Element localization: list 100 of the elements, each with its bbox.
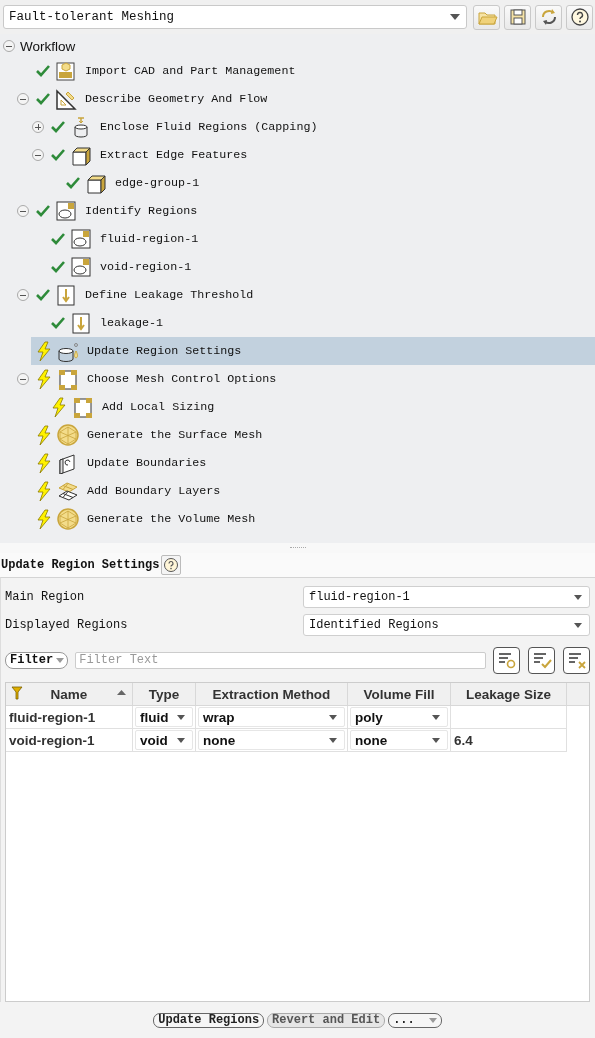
collapse-toggle[interactable] — [32, 149, 44, 161]
region-dropdown[interactable]: Identified Regions — [303, 614, 590, 636]
tree-item[interactable]: Generate the Surface Mesh — [31, 421, 595, 449]
frame-icon — [57, 368, 79, 390]
item-label: Add Boundary Layers — [87, 484, 221, 498]
tree-item[interactable]: Identify Regions — [31, 197, 595, 225]
caret-icon — [329, 737, 337, 743]
tree-item[interactable]: leakage-1 — [46, 309, 595, 337]
mesh-sphere-icon — [57, 424, 79, 446]
field-label: Main Region — [5, 590, 86, 604]
help-button[interactable] — [566, 4, 593, 30]
help-button[interactable] — [161, 555, 182, 575]
caret-icon — [432, 737, 440, 743]
item-label: leakage-1 — [100, 316, 164, 330]
refresh-button[interactable] — [535, 4, 562, 30]
tree-item[interactable]: Update Region Settings — [31, 337, 595, 365]
region-icon — [55, 200, 77, 222]
tree-item[interactable]: Update Boundaries — [31, 449, 595, 477]
caret-icon — [177, 714, 185, 720]
table-cell: 6.4 — [451, 729, 567, 752]
caret-icon — [428, 1017, 437, 1023]
item-label: Add Local Sizing — [102, 400, 215, 414]
cell-dropdown[interactable]: void — [135, 730, 193, 750]
layers-icon — [57, 480, 79, 502]
help-icon — [568, 6, 591, 28]
table-cell: void-region-1 — [6, 729, 133, 752]
column-header[interactable]: Extraction Method — [212, 686, 331, 702]
tree-item[interactable]: fluid-region-1 — [46, 225, 595, 253]
collapse-toggle[interactable] — [3, 40, 15, 52]
caret-icon — [432, 714, 440, 720]
cad-file-icon — [55, 60, 77, 82]
help-icon — [163, 557, 180, 573]
tree-item[interactable]: Define Leakage Threshold — [31, 281, 595, 309]
tree-item[interactable]: Generate the Volume Mesh — [31, 505, 595, 533]
item-label: Generate the Surface Mesh — [87, 428, 263, 442]
cube-icon — [85, 172, 107, 194]
cell-dropdown[interactable]: fluid — [135, 707, 193, 727]
caret-icon — [56, 657, 65, 663]
item-label: Update Boundaries — [87, 456, 207, 470]
filter-field[interactable]: Filter Text — [75, 651, 486, 669]
item-label: edge-group-1 — [115, 176, 200, 190]
caret-icon — [177, 737, 185, 743]
tree-item[interactable]: Choose Mesh Control Options — [31, 365, 595, 393]
item-label: Import CAD and Part Management — [85, 64, 296, 78]
action-button[interactable]: Update Regions — [153, 1012, 265, 1028]
region-icon — [70, 228, 92, 250]
field-label: Displayed Regions — [5, 618, 129, 632]
table-cell: fluid-region-1 — [6, 706, 133, 729]
caret-icon — [329, 714, 337, 720]
region-icon — [70, 256, 92, 278]
column-header[interactable]: Name — [50, 686, 88, 702]
item-label: fluid-region-1 — [100, 232, 199, 246]
tree-item[interactable]: Add Boundary Layers — [31, 477, 595, 505]
sort-arrow-icon — [117, 689, 126, 695]
collapse-toggle[interactable] — [17, 373, 29, 385]
select-all-button[interactable] — [528, 646, 555, 674]
column-header[interactable]: Volume Fill — [363, 686, 435, 702]
tree-item[interactable]: void-region-1 — [46, 253, 595, 281]
more-dropdown[interactable]: ... — [388, 1012, 442, 1028]
item-label: Extract Edge Features — [100, 148, 248, 162]
filter-icon — [11, 686, 23, 700]
column-header[interactable]: Type — [148, 686, 180, 702]
cell-dropdown[interactable]: poly — [350, 707, 448, 727]
floppy-disk-button[interactable] — [504, 4, 531, 30]
filter-add-button[interactable] — [493, 646, 520, 674]
workflow-dropdown[interactable]: Fault-tolerant Meshing — [3, 5, 467, 29]
tree-item[interactable]: Extract Edge Features — [46, 141, 595, 169]
region-dropdown[interactable]: fluid-region-1 — [303, 586, 590, 608]
item-label: Identify Regions — [85, 204, 198, 218]
collapse-toggle[interactable] — [17, 93, 29, 105]
clear-filter-button[interactable] — [563, 646, 590, 674]
cell-dropdown[interactable]: none — [198, 730, 345, 750]
caret-icon — [574, 622, 582, 628]
caret-icon — [574, 594, 582, 600]
item-label: Enclose Fluid Regions (Capping) — [100, 120, 318, 134]
tree-item[interactable]: Enclose Fluid Regions (Capping) — [46, 113, 595, 141]
filter-dropdown[interactable]: Filter — [5, 651, 69, 669]
caret-icon — [450, 14, 460, 20]
cube-icon — [70, 144, 92, 166]
item-label: void-region-1 — [100, 260, 192, 274]
cell-dropdown[interactable]: none — [350, 730, 448, 750]
tree-root-label[interactable]: Workflow — [20, 38, 76, 54]
panel-title: Update Region Settings — [0, 558, 160, 572]
item-label: Define Leakage Threshold — [85, 288, 254, 302]
column-header[interactable]: Leakage Size — [466, 686, 551, 702]
tree-item[interactable]: Add Local Sizing — [46, 393, 595, 421]
mesh-sphere-icon — [57, 508, 79, 530]
cylinder-drop-icon — [57, 340, 79, 362]
tree-item[interactable]: Import CAD and Part Management — [31, 57, 595, 85]
collapse-toggle[interactable] — [17, 205, 29, 217]
item-label: Generate the Volume Mesh — [87, 512, 256, 526]
item-label: Describe Geometry And Flow — [85, 92, 268, 106]
item-label: Choose Mesh Control Options — [87, 372, 277, 386]
tree-item[interactable]: Describe Geometry And Flow — [31, 85, 595, 113]
frame-icon — [72, 396, 94, 418]
expand-toggle[interactable] — [32, 121, 44, 133]
collapse-toggle[interactable] — [17, 289, 29, 301]
splitter-grip[interactable] — [289, 546, 306, 550]
cell-dropdown[interactable]: wrap — [198, 707, 345, 727]
tree-item[interactable]: edge-group-1 — [61, 169, 595, 197]
